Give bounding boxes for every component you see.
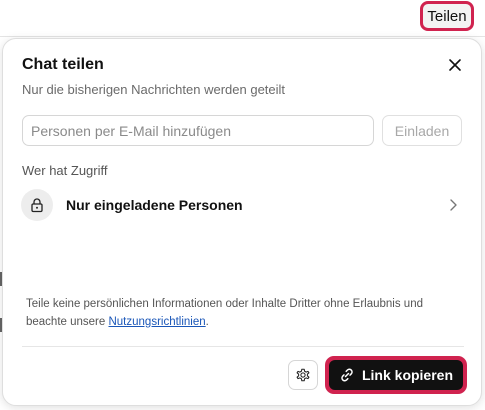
usage-policy-link[interactable]: Nutzungsrichtlinien: [108, 316, 205, 328]
lock-icon: [31, 198, 43, 213]
access-option-row[interactable]: Nur eingeladene Personen: [15, 186, 467, 224]
close-icon: [449, 59, 461, 71]
copy-link-button-inner: Link kopieren: [329, 360, 463, 390]
settings-button[interactable]: [288, 360, 318, 390]
access-option-label: Nur eingeladene Personen: [66, 197, 243, 213]
link-icon: [341, 368, 353, 382]
share-chat-dialog: Chat teilen Nur die bisherigen Nachricht…: [2, 38, 482, 406]
email-input[interactable]: [22, 115, 374, 146]
disclaimer-prefix: Teile keine persönlichen Informationen o…: [26, 298, 423, 328]
background-divider: [0, 36, 485, 37]
disclaimer-suffix: .: [205, 316, 209, 328]
copy-link-label: Link kopieren: [361, 367, 454, 383]
share-button[interactable]: Teilen: [420, 1, 474, 31]
dialog-subtitle: Nur die bisherigen Nachrichten werden ge…: [22, 82, 286, 97]
access-heading: Wer hat Zugriff: [22, 163, 108, 178]
invite-button[interactable]: Einladen: [382, 115, 462, 146]
gear-icon: [296, 368, 310, 382]
footer-divider: [22, 346, 464, 347]
dialog-title: Chat teilen: [22, 56, 104, 73]
lock-icon-container: [21, 189, 53, 221]
copy-link-button[interactable]: Link kopieren: [325, 356, 467, 394]
chevron-container: [445, 197, 461, 213]
disclaimer-text: Teile keine persönlichen Informationen o…: [26, 295, 466, 331]
chevron-right-icon: [450, 199, 457, 211]
close-button[interactable]: [443, 53, 467, 77]
